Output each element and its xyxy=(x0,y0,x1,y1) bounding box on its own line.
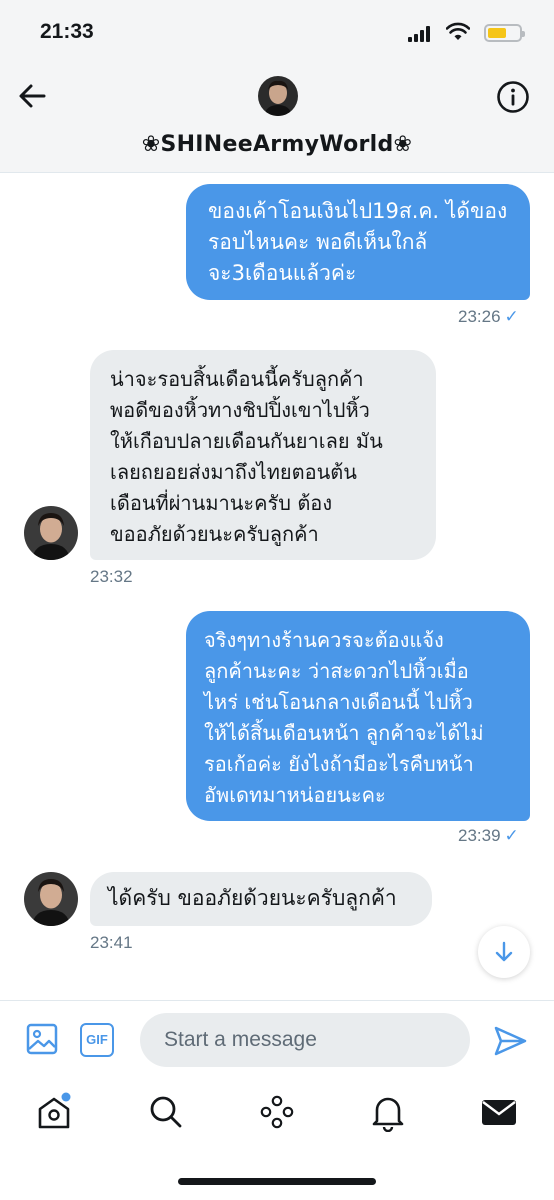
sent-check-icon: ✓ xyxy=(504,307,519,326)
message-line: เดือนที่ผ่านมานะครับ ต้อง xyxy=(110,491,333,515)
battery-icon xyxy=(484,24,525,42)
message-line: ไหร่ เช่นโอนกลางเดือนนี้ ไปหิ้ว xyxy=(204,690,473,714)
message-timestamp: 23:39 ✓ xyxy=(458,826,519,846)
message-composer: GIF xyxy=(0,1000,554,1081)
message-line: รอเก้อค่ะ ยังไงถ้ามีอะไรคืบหน้า xyxy=(204,752,474,776)
timestamp-text: 23:39 xyxy=(458,826,501,845)
message-line: ลูกค้านะคะ ว่าสะดวกไปหิ้วเมื่อ xyxy=(204,659,469,683)
message-line: ของเค้าโอนเงินไป19ส.ค. ได้ของ xyxy=(208,199,508,223)
message-line: ให้เกือบปลายเดือนกันยาเลย มัน xyxy=(110,429,383,453)
header-avatar[interactable] xyxy=(258,76,298,116)
notification-dot xyxy=(61,1092,71,1102)
conversation-title[interactable]: ❀SHINeeArmyWorld❀ xyxy=(0,132,554,157)
message-line: จริงๆทางร้านควรจะต้องแจ้ง xyxy=(204,628,444,652)
image-icon[interactable] xyxy=(26,1023,58,1055)
message-input[interactable] xyxy=(140,1013,470,1067)
wifi-icon xyxy=(446,22,470,40)
signal-icon xyxy=(408,26,432,42)
arrow-down-icon xyxy=(495,941,513,962)
home-indicator[interactable] xyxy=(178,1178,376,1185)
sender-avatar[interactable] xyxy=(24,872,78,926)
back-arrow-icon[interactable] xyxy=(14,78,50,114)
message-line: อัพเดทมาหน่อยนะคะ xyxy=(204,783,386,807)
send-icon[interactable] xyxy=(492,1023,528,1059)
spaces-icon[interactable] xyxy=(257,1092,297,1132)
message-line: พอดีของหิ้วทางชิปปิ้งเขาไปหิ้ว xyxy=(110,398,370,422)
message-timestamp: 23:32 xyxy=(90,567,133,586)
timestamp-text: 23:26 xyxy=(458,307,501,326)
notifications-icon[interactable] xyxy=(368,1092,408,1132)
incoming-message-bubble[interactable]: ได้ครับ ขออภัยด้วยนะครับลูกค้า xyxy=(90,872,432,926)
message-timestamp: 23:41 xyxy=(90,933,133,952)
conversation-header: 21:33 ❀SHINeeArmyWorld❀ xyxy=(0,0,554,173)
status-icons xyxy=(400,22,530,46)
outgoing-message-bubble[interactable]: จริงๆทางร้านควรจะต้องแจ้ง ลูกค้านะคะ ว่า… xyxy=(186,611,530,821)
messages-icon[interactable] xyxy=(479,1092,519,1132)
message-line: น่าจะรอบสิ้นเดือนนี้ครับลูกค้า xyxy=(110,367,364,391)
message-line: รอบไหนคะ พอดีเห็นใกล้ xyxy=(208,230,428,254)
info-icon[interactable] xyxy=(496,80,530,114)
message-line: ได้ครับ ขออภัยด้วยนะครับลูกค้า xyxy=(108,886,397,910)
sent-check-icon: ✓ xyxy=(504,826,519,845)
status-time: 21:33 xyxy=(40,20,94,43)
message-line: จะ3เดือนแล้วค่ะ xyxy=(208,261,357,285)
scroll-to-bottom-button[interactable] xyxy=(478,926,530,978)
sender-avatar[interactable] xyxy=(24,506,78,560)
message-timestamp: 23:26 ✓ xyxy=(458,307,519,327)
home-icon[interactable] xyxy=(34,1092,74,1132)
outgoing-message-bubble[interactable]: ของเค้าโอนเงินไป19ส.ค. ได้ของ รอบไหนคะ พ… xyxy=(186,184,530,300)
search-icon[interactable] xyxy=(146,1092,186,1132)
incoming-message-bubble[interactable]: น่าจะรอบสิ้นเดือนนี้ครับลูกค้า พอดีของหิ… xyxy=(90,350,436,560)
message-line: ให้ได้สิ้นเดือนหน้า ลูกค้าจะได้ไม่ xyxy=(204,721,484,745)
gif-button[interactable]: GIF xyxy=(80,1023,114,1057)
message-line: ขออภัยด้วยนะครับลูกค้า xyxy=(110,522,319,546)
message-line: เลยถยอยส่งมาถึงไทยตอนต้น xyxy=(110,460,357,484)
